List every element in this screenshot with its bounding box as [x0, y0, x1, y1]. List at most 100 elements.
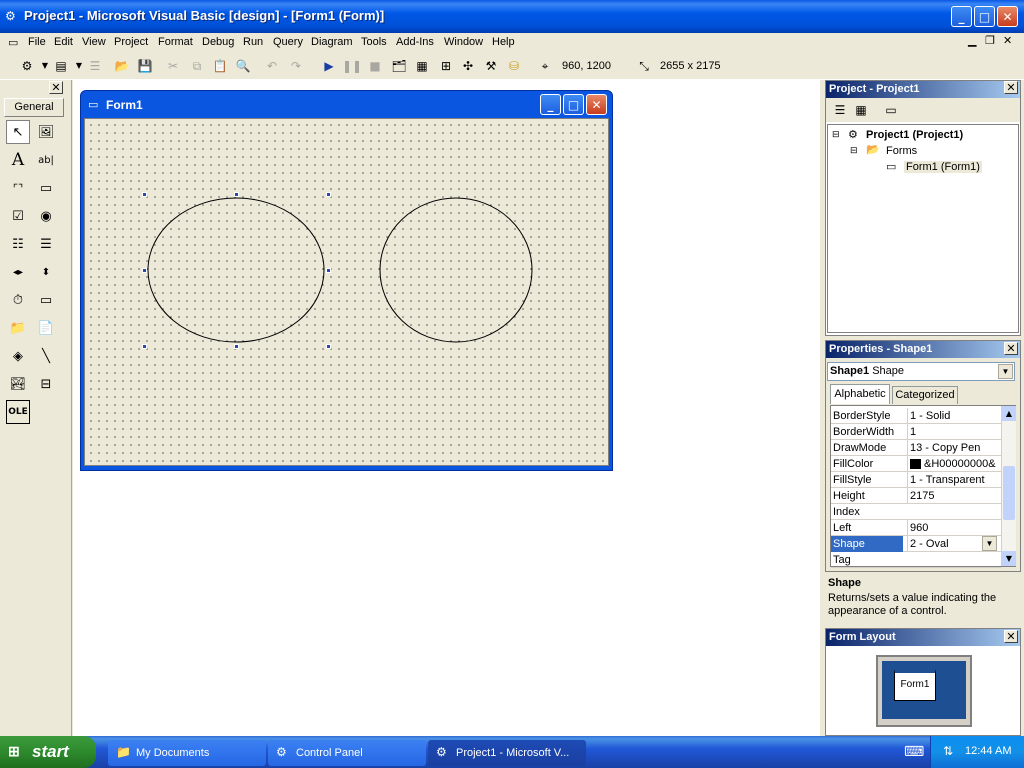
hscrollbar-icon[interactable]: ◂▸	[6, 260, 30, 284]
dirlistbox-icon[interactable]: 📁	[6, 316, 30, 340]
taskbar-item-control-panel[interactable]: Control Panel	[268, 740, 426, 766]
redo-icon[interactable]: ↷	[287, 57, 305, 75]
add-form-icon[interactable]: ▤	[52, 57, 70, 75]
optionbutton-icon[interactable]: ◉	[34, 204, 58, 228]
find-icon[interactable]: 🔍	[234, 57, 252, 75]
form-close-button[interactable]: ✕	[586, 94, 607, 115]
undo-icon[interactable]: ↶	[263, 57, 281, 75]
form-maximize-button[interactable]: □	[563, 94, 584, 115]
scroll-down-icon[interactable]: ▼	[1002, 551, 1016, 566]
data-control-icon[interactable]: ⊟	[34, 372, 58, 396]
taskbar-item-my-documents[interactable]: My Documents	[108, 740, 266, 766]
close-button[interactable]: ✕	[997, 6, 1018, 27]
tree-project-node[interactable]: Project1 (Project1)	[866, 129, 963, 141]
copy-icon[interactable]: ⧉	[188, 57, 206, 75]
tab-alphabetic[interactable]: Alphabetic	[830, 384, 890, 404]
maximize-button[interactable]: □	[974, 6, 995, 27]
menu-diagram[interactable]: Diagram	[311, 36, 353, 48]
tab-categorized[interactable]: Categorized	[892, 386, 958, 404]
menu-editor-icon[interactable]: ☰	[86, 57, 104, 75]
form-layout-close-button[interactable]: ✕	[1004, 630, 1018, 643]
mdi-close-button[interactable]: ✕	[1003, 34, 1012, 47]
layout-form-preview[interactable]: Form1	[894, 669, 936, 701]
property-row[interactable]: DrawMode 13 - Copy Pen	[831, 440, 1001, 456]
menu-format[interactable]: Format	[158, 36, 193, 48]
textbox-icon[interactable]: ab|	[34, 148, 58, 172]
menu-file[interactable]: File	[28, 36, 46, 48]
commandbutton-icon[interactable]: ▭	[34, 176, 58, 200]
menu-view[interactable]: View	[82, 36, 106, 48]
property-grid-scrollbar[interactable]: ▲ ▼	[1001, 406, 1016, 566]
toolbox-icon[interactable]: ⚒	[482, 57, 500, 75]
menu-edit[interactable]: Edit	[54, 36, 73, 48]
end-icon[interactable]: ■	[366, 57, 384, 75]
menu-project[interactable]: Project	[114, 36, 148, 48]
keyboard-icon[interactable]: ⌨	[904, 744, 924, 760]
frame-icon[interactable]: ⌜⌝	[6, 176, 30, 200]
project-explorer-icon[interactable]: 🗂	[390, 57, 408, 75]
object-browser-icon[interactable]: ✣	[459, 57, 477, 75]
shape1-oval[interactable]	[147, 197, 325, 343]
properties-panel-close-button[interactable]: ✕	[1004, 342, 1018, 355]
drivelistbox-icon[interactable]: ▭	[34, 288, 58, 312]
menu-debug[interactable]: Debug	[202, 36, 234, 48]
form-minimize-button[interactable]: _	[540, 94, 561, 115]
property-row[interactable]: Height 2175	[831, 488, 1001, 504]
selection-handle[interactable]	[142, 192, 147, 197]
property-row[interactable]: Left 960	[831, 520, 1001, 536]
shape-icon[interactable]: ◈	[6, 344, 30, 368]
selection-handle[interactable]	[142, 344, 147, 349]
scroll-thumb[interactable]	[1003, 466, 1015, 520]
pointer-icon[interactable]: ↖	[6, 120, 30, 144]
line-icon[interactable]: ╲	[34, 344, 58, 368]
property-row[interactable]: Index	[831, 504, 1001, 520]
picturebox-icon[interactable]: 🖼	[34, 120, 58, 144]
timer-icon[interactable]: ⏱	[6, 288, 30, 312]
menu-help[interactable]: Help	[492, 36, 515, 48]
add-project-icon[interactable]: ⚙	[18, 57, 36, 75]
break-icon[interactable]: ❚❚	[342, 57, 362, 75]
property-row[interactable]: FillStyle 1 - Transparent	[831, 472, 1001, 488]
start-icon[interactable]: ▶	[320, 57, 338, 75]
menu-run[interactable]: Run	[243, 36, 263, 48]
menu-window[interactable]: Window	[444, 36, 483, 48]
menu-add-ins[interactable]: Add-Ins	[396, 36, 434, 48]
paste-icon[interactable]: 📋	[211, 57, 229, 75]
mdi-minimize-button[interactable]: ▁	[968, 34, 976, 47]
menu-query[interactable]: Query	[273, 36, 303, 48]
property-row-selected[interactable]: Shape 2 - Oval ▼	[831, 536, 1001, 552]
chevron-down-icon[interactable]: ▼	[998, 364, 1013, 379]
view-object-icon[interactable]: ▦	[852, 101, 870, 119]
selection-handle[interactable]	[142, 268, 147, 273]
cut-icon[interactable]: ✂	[164, 57, 182, 75]
checkbox-icon[interactable]: ☑	[6, 204, 30, 228]
project-panel-close-button[interactable]: ✕	[1004, 81, 1018, 94]
filelistbox-icon[interactable]: 📄	[34, 316, 58, 340]
image-icon[interactable]: 🏞	[6, 372, 30, 396]
mdi-restore-button[interactable]: ❐	[985, 34, 995, 47]
selection-handle[interactable]	[326, 268, 331, 273]
properties-window-icon[interactable]: ▦	[413, 57, 431, 75]
property-row[interactable]: BorderWidth 1	[831, 424, 1001, 440]
shape2-oval[interactable]	[379, 197, 533, 343]
selection-handle[interactable]	[326, 192, 331, 197]
taskbar-item-vb[interactable]: Project1 - Microsoft V...	[428, 740, 586, 766]
property-row[interactable]: Tag	[831, 552, 1001, 568]
selection-handle[interactable]	[234, 344, 239, 349]
toolbox-close-button[interactable]: ✕	[49, 81, 63, 94]
tree-form1-node[interactable]: Form1 (Form1)	[904, 161, 982, 173]
minimize-button[interactable]: _	[951, 6, 972, 27]
open-project-icon[interactable]: 📂	[113, 57, 131, 75]
object-selector[interactable]: Shape1 Shape ▼	[827, 362, 1015, 381]
property-row[interactable]: BorderStyle 1 - Solid	[831, 408, 1001, 424]
label-icon[interactable]: A	[6, 148, 30, 172]
tree-collapse-icon[interactable]: ⊟	[832, 129, 840, 140]
selection-handle[interactable]	[234, 192, 239, 197]
toolbox-general-tab[interactable]: General	[4, 98, 64, 117]
menu-tools[interactable]: Tools	[361, 36, 387, 48]
selection-handle[interactable]	[326, 344, 331, 349]
start-button[interactable]: ⊞ start	[0, 736, 96, 768]
combobox-icon[interactable]: ☷	[6, 232, 30, 256]
form-layout-icon[interactable]: ⊞	[437, 57, 455, 75]
vscrollbar-icon[interactable]: ⬍	[34, 260, 58, 284]
